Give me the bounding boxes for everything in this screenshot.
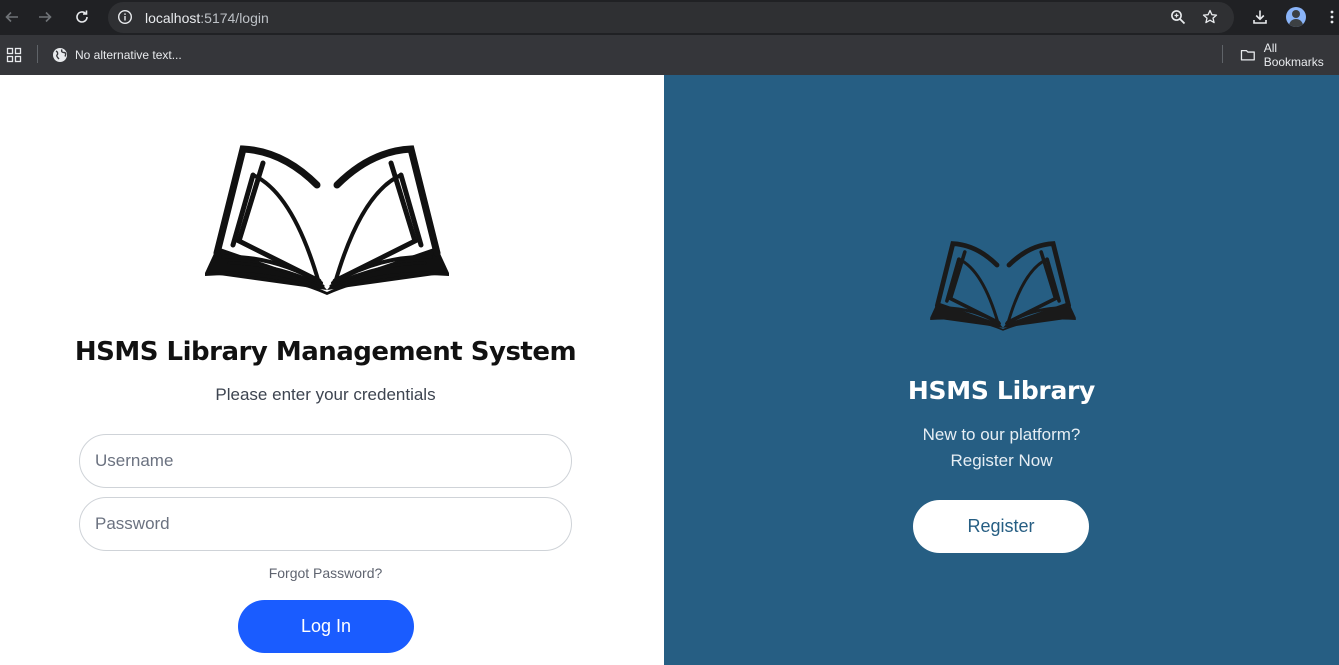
back-button[interactable] <box>1 6 23 28</box>
apps-grid-icon <box>6 47 22 63</box>
browser-toolbar: localhost:5174/login <box>0 0 1339 35</box>
profile-avatar[interactable] <box>1286 7 1306 27</box>
side-title: HSMS Library <box>907 376 1096 405</box>
reload-button[interactable] <box>71 6 93 28</box>
username-input[interactable] <box>79 434 572 488</box>
all-bookmarks-button[interactable]: All Bookmarks <box>1240 41 1339 69</box>
page-title: HSMS Library Management System <box>74 337 577 367</box>
forward-button[interactable] <box>34 6 56 28</box>
browser-menu-button[interactable] <box>1321 6 1339 28</box>
register-panel: HSMS Library New to our platform? Regist… <box>664 75 1339 665</box>
reload-icon <box>76 10 88 23</box>
login-panel: HSMS Library Management System Please en… <box>0 75 664 665</box>
login-button[interactable]: Log In <box>238 600 414 653</box>
all-bookmarks-label: All Bookmarks <box>1263 41 1324 69</box>
kebab-menu-icon <box>1330 10 1334 24</box>
zoom-button[interactable] <box>1169 8 1187 26</box>
forward-arrow-icon <box>39 11 52 23</box>
site-info-button[interactable] <box>116 8 134 26</box>
side-text-line2: Register Now <box>950 451 1053 470</box>
bookmark-divider <box>1222 45 1223 63</box>
star-icon <box>1202 9 1218 24</box>
side-text-line1: New to our platform? <box>922 425 1081 444</box>
download-icon <box>1253 10 1267 24</box>
url-text: localhost:5174/login <box>145 10 269 26</box>
apps-button[interactable] <box>6 46 22 64</box>
register-button[interactable]: Register <box>913 500 1089 553</box>
bookmarks-bar: No alternative text... All Bookmarks <box>0 35 1339 75</box>
site-info-icon <box>117 9 133 25</box>
open-book-logo <box>205 145 449 295</box>
address-bar[interactable]: localhost:5174/login <box>108 2 1234 33</box>
bookmark-star-button[interactable] <box>1201 8 1219 26</box>
bookmark-item-label: No alternative text... <box>75 48 182 62</box>
url-host: localhost <box>145 10 201 26</box>
zoom-icon <box>1171 10 1186 25</box>
page-subtitle: Please enter your credentials <box>215 385 436 404</box>
back-arrow-icon <box>5 11 18 23</box>
password-input[interactable] <box>79 497 572 551</box>
bookmark-item[interactable]: No alternative text... <box>52 46 182 64</box>
downloads-button[interactable] <box>1249 6 1271 28</box>
url-path: :5174/login <box>200 10 269 26</box>
login-page: HSMS Library Management System Please en… <box>0 75 1339 665</box>
globe-icon <box>53 48 67 62</box>
bookmark-divider <box>37 45 38 63</box>
folder-icon <box>1240 49 1255 61</box>
open-book-logo <box>930 241 1076 331</box>
forgot-password-link[interactable]: Forgot Password? <box>0 565 651 581</box>
